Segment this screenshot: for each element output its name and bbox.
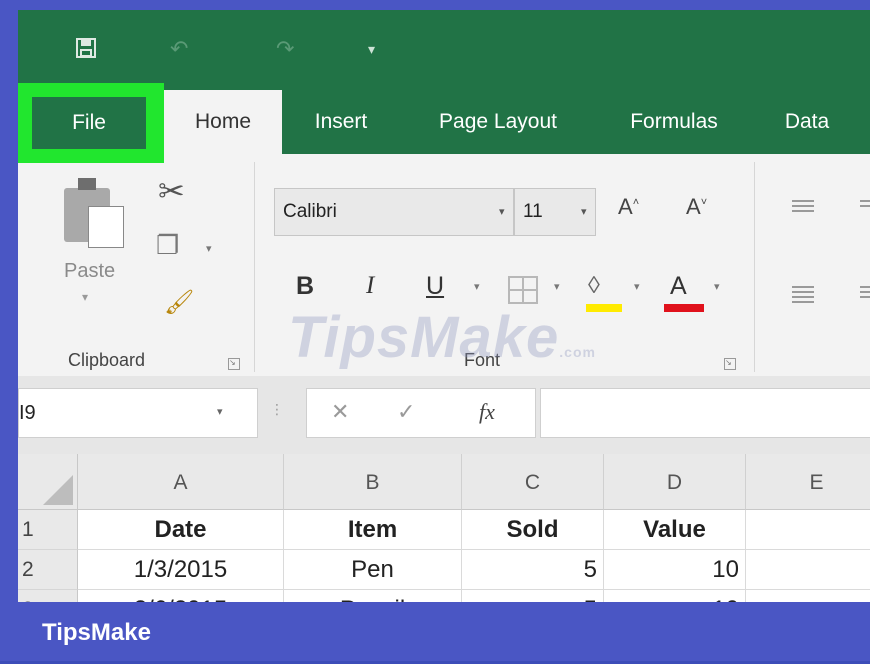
redo-icon[interactable]: ↷ (276, 38, 294, 60)
cut-icon[interactable]: ✂ (158, 172, 185, 210)
tab-insert-label: Insert (314, 110, 368, 133)
cell-c3[interactable]: 5 (462, 590, 604, 602)
more-icon: ⋮ (270, 401, 284, 417)
cell-c1[interactable]: Sold (462, 510, 604, 550)
cell-d2[interactable]: 10 (604, 550, 746, 590)
cell-a1[interactable]: Date (78, 510, 284, 550)
row-header[interactable]: 1 (18, 510, 78, 550)
borders-icon[interactable] (508, 276, 538, 304)
cell-e2[interactable] (746, 550, 870, 590)
cancel-icon[interactable]: ✕ (331, 401, 349, 423)
watermark-suffix: .com (559, 344, 596, 360)
formula-bar: I9 ▾ ⋮ ✕ ✓ fx (18, 376, 870, 454)
column-header-a[interactable]: A (78, 454, 284, 510)
watermark: TipsMake.com (288, 304, 596, 371)
paste-label[interactable]: Paste (64, 260, 115, 283)
font-name-value: Calibri (283, 201, 337, 222)
grow-font-icon[interactable]: A˄ (618, 194, 639, 220)
paste-clip-icon (78, 178, 96, 190)
font-color-dropdown-icon[interactable]: ▾ (714, 280, 720, 293)
paste-page-icon (88, 206, 124, 248)
formula-buttons: ✕ ✓ fx (306, 388, 536, 438)
clipboard-launcher-icon[interactable]: ↘ (228, 358, 240, 370)
divider (754, 162, 755, 372)
font-size-dropdown[interactable]: 11 ▾ (514, 188, 596, 236)
cell-a2[interactable]: 1/3/2015 (78, 550, 284, 590)
tab-home-label: Home (194, 110, 252, 133)
grow-font-letter: A (618, 194, 633, 219)
watermark-text: TipsMake (288, 305, 560, 370)
cell-e3[interactable] (746, 590, 870, 602)
align-center-icon[interactable] (860, 286, 870, 301)
customize-qat-icon[interactable]: ▾ (368, 38, 375, 60)
format-painter-icon[interactable]: 🖌 (164, 288, 194, 317)
underline-button[interactable]: U (426, 272, 444, 301)
row-header[interactable]: 3 (18, 590, 78, 602)
select-all-corner[interactable] (18, 454, 78, 510)
floppy-disk-icon[interactable] (76, 38, 96, 62)
name-box-value: I9 (19, 402, 36, 424)
column-header-c[interactable]: C (462, 454, 604, 510)
cell-b2[interactable]: Pen (284, 550, 462, 590)
column-header-e[interactable]: E (746, 454, 870, 510)
borders-dropdown-icon[interactable]: ▾ (554, 280, 560, 293)
chevron-down-icon: ▾ (217, 406, 223, 418)
fill-dropdown-icon[interactable]: ▾ (634, 280, 640, 293)
cell-d3[interactable]: 10 (604, 590, 746, 602)
tab-page-layout-label: Page Layout (439, 110, 557, 133)
italic-button[interactable]: I (366, 272, 374, 300)
copy-dropdown-icon[interactable]: ▾ (206, 242, 212, 255)
file-tab-highlight: File (18, 83, 164, 163)
font-size-value: 11 (523, 201, 543, 222)
paste-dropdown-icon[interactable]: ▾ (82, 290, 88, 304)
font-color-button[interactable]: A (670, 272, 687, 301)
cell-a3[interactable]: 2/6/2015 (78, 590, 284, 602)
cell-e1[interactable] (746, 510, 870, 550)
fill-color-icon[interactable]: ◊ (588, 272, 600, 300)
shrink-font-letter: A (686, 194, 701, 219)
brand-label: TipsMake (42, 619, 151, 646)
tab-insert[interactable]: Insert (300, 90, 382, 154)
chevron-down-icon: ▾ (499, 206, 505, 218)
tab-home[interactable]: Home (164, 90, 282, 154)
footer-banner: TipsMake (0, 602, 870, 661)
align-middle-icon[interactable] (860, 200, 870, 210)
insert-function-icon[interactable]: fx (479, 401, 495, 423)
tab-data-label: Data (784, 110, 830, 133)
underline-dropdown-icon[interactable]: ▾ (474, 280, 480, 293)
cell-c2[interactable]: 5 (462, 550, 604, 590)
formula-input[interactable] (540, 388, 870, 438)
font-name-dropdown[interactable]: Calibri ▾ (274, 188, 514, 236)
cell-b3[interactable]: Pencil (284, 590, 462, 602)
tab-file-label: File (72, 111, 106, 134)
enter-icon[interactable]: ✓ (397, 401, 415, 423)
image-frame: ↶ ↷ ▾ Home Insert Page Layout Formulas D… (0, 0, 870, 661)
align-top-icon[interactable] (792, 200, 814, 215)
excel-window: ↶ ↷ ▾ Home Insert Page Layout Formulas D… (18, 10, 870, 602)
copy-icon[interactable]: ❐ (156, 230, 179, 261)
tab-formulas[interactable]: Formulas (616, 90, 732, 154)
worksheet-grid: A B C D E 1 Date Item Sold Value 2 1/3/2… (18, 454, 870, 602)
cell-d1[interactable]: Value (604, 510, 746, 550)
row-header[interactable]: 2 (18, 550, 78, 590)
cell-b1[interactable]: Item (284, 510, 462, 550)
ribbon-home: Paste ▾ ✂ ❐ ▾ 🖌 Clipboard ↘ Calibri ▾ 11… (18, 154, 870, 376)
column-header-b[interactable]: B (284, 454, 462, 510)
font-color-swatch (664, 304, 704, 312)
tab-file[interactable]: File (32, 97, 146, 149)
undo-icon[interactable]: ↶ (170, 38, 188, 60)
name-box[interactable]: I9 ▾ (18, 388, 258, 438)
font-launcher-icon[interactable]: ↘ (724, 358, 736, 370)
chevron-down-icon: ▾ (581, 206, 587, 218)
divider (254, 162, 255, 372)
tab-formulas-label: Formulas (630, 110, 718, 133)
quick-access-toolbar: ↶ ↷ ▾ (18, 10, 870, 90)
align-left-icon[interactable] (792, 286, 814, 306)
clipboard-group-label: Clipboard (68, 350, 146, 370)
column-header-d[interactable]: D (604, 454, 746, 510)
tab-data[interactable]: Data (774, 90, 840, 154)
tab-page-layout[interactable]: Page Layout (422, 90, 574, 154)
bold-button[interactable]: B (296, 272, 314, 301)
shrink-font-icon[interactable]: A˅ (686, 194, 707, 220)
